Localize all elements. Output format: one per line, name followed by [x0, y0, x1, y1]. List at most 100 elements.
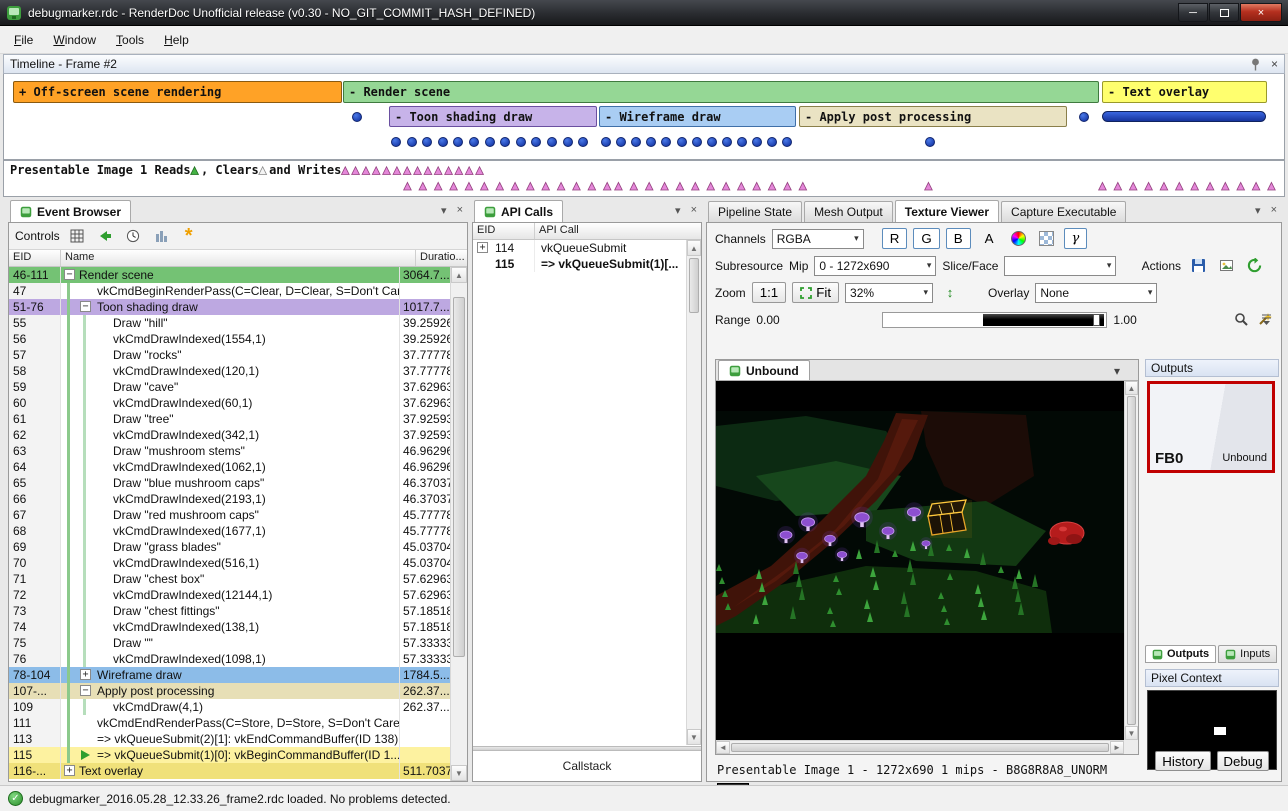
event-row[interactable]: 55Draw "hill"39.25926	[9, 315, 450, 331]
pin-icon[interactable]	[1250, 58, 1261, 71]
tab-pipeline-state[interactable]: Pipeline State	[708, 201, 802, 222]
refresh-icon[interactable]	[1243, 255, 1265, 277]
event-row[interactable]: 57Draw "rocks"37.77778	[9, 347, 450, 363]
event-row[interactable]: 111vkCmdEndRenderPass(C=Store, D=Store, …	[9, 715, 450, 731]
history-button[interactable]: History	[1155, 751, 1211, 771]
collapse-icon[interactable]: −	[80, 685, 91, 696]
tab-inputs[interactable]: Inputs	[1218, 645, 1277, 663]
scroll-down-icon[interactable]: ▼	[1125, 726, 1138, 740]
scroll-thumb[interactable]	[453, 297, 465, 657]
texture-vscrollbar[interactable]: ▲ ▼	[1124, 381, 1138, 740]
bookmark-icon[interactable]: *	[178, 225, 200, 247]
event-row[interactable]: 63Draw "mushroom stems"46.96296	[9, 443, 450, 459]
save-icon[interactable]	[1187, 255, 1209, 277]
event-row[interactable]: 66vkCmdDrawIndexed(2193,1)46.37037	[9, 491, 450, 507]
collapse-icon[interactable]: −	[80, 301, 91, 312]
event-row[interactable]: 51-76−Toon shading draw1017.7...	[9, 299, 450, 315]
texture-list-chevron-icon[interactable]: ▾	[1114, 364, 1120, 378]
draw-call-dot[interactable]	[707, 137, 717, 147]
event-row[interactable]: 61Draw "tree"37.92593	[9, 411, 450, 427]
column-eid[interactable]: EID	[473, 223, 535, 239]
scroll-up-icon[interactable]: ▲	[451, 267, 467, 283]
event-row[interactable]: 72vkCmdDrawIndexed(12144,1)57.62963	[9, 587, 450, 603]
overlay-combo[interactable]: None ▾	[1035, 283, 1157, 303]
scroll-right-icon[interactable]: ►	[1110, 741, 1124, 754]
expand-icon[interactable]: +	[80, 669, 91, 680]
draw-call-dot[interactable]	[391, 137, 401, 147]
channels-combo[interactable]: RGBA ▾	[772, 229, 864, 249]
event-row[interactable]: 71Draw "chest box"57.62963	[9, 571, 450, 587]
tab-outputs[interactable]: Outputs	[1145, 645, 1216, 663]
timeline-subsection[interactable]: - Toon shading draw	[389, 106, 597, 127]
alpha-channel-button[interactable]: A	[977, 228, 1002, 249]
draw-call-dot[interactable]	[422, 137, 432, 147]
event-row[interactable]: 58vkCmdDrawIndexed(120,1)37.77778	[9, 363, 450, 379]
draw-call-dot[interactable]	[352, 112, 362, 122]
event-row[interactable]: 64vkCmdDrawIndexed(1062,1)46.96296	[9, 459, 450, 475]
timeline-section[interactable]: - Render scene	[343, 81, 1099, 103]
api-call-row[interactable]: 115=> vkQueueSubmit(1)[...	[473, 256, 686, 272]
gamma-button[interactable]: γ	[1064, 228, 1088, 249]
collapse-icon[interactable]: −	[64, 269, 75, 280]
column-name[interactable]: Name	[61, 250, 416, 266]
event-row[interactable]: 56vkCmdDrawIndexed(1554,1)39.25926	[9, 331, 450, 347]
draw-call-dot[interactable]	[485, 137, 495, 147]
tab-unbound-texture[interactable]: Unbound	[718, 360, 810, 380]
close-button[interactable]: ×	[1240, 3, 1282, 22]
timeline-close-icon[interactable]: ×	[1271, 57, 1278, 71]
draw-call-dot[interactable]	[563, 137, 573, 147]
scroll-thumb[interactable]	[1127, 396, 1136, 725]
timeline-canvas[interactable]: + Off-screen scene rendering- Render sce…	[3, 74, 1285, 160]
event-row[interactable]: 65Draw "blue mushroom caps"46.37037	[9, 475, 450, 491]
output-thumbnail-fb0[interactable]: FB0 Unbound	[1147, 381, 1275, 473]
event-row[interactable]: 59Draw "cave"37.62963	[9, 379, 450, 395]
callstack-splitter[interactable]	[473, 746, 701, 751]
timeline-section[interactable]: + Off-screen scene rendering	[13, 81, 342, 103]
panel-menu-icon[interactable]: ▾	[675, 204, 681, 217]
event-row[interactable]: 116-...+Text overlay511.7037	[9, 763, 450, 779]
event-row[interactable]: 107-...−Apply post processing262.37...	[9, 683, 450, 699]
menu-item-window[interactable]: Window	[43, 28, 106, 52]
panel-close-icon[interactable]: ×	[457, 204, 463, 217]
event-row[interactable]: 73Draw "chest fittings"57.18518	[9, 603, 450, 619]
scroll-thumb[interactable]	[731, 743, 1109, 752]
timeline-subsection[interactable]: - Apply post processing	[799, 106, 1067, 127]
draw-call-dot[interactable]	[782, 137, 792, 147]
panel-menu-icon[interactable]: ▾	[1255, 204, 1261, 217]
draw-call-dot[interactable]	[661, 137, 671, 147]
panel-close-icon[interactable]: ×	[1271, 204, 1277, 217]
menu-item-file[interactable]: File	[4, 28, 43, 52]
event-row[interactable]: 115=> vkQueueSubmit(1)[0]: vkBeginComman…	[9, 747, 450, 763]
draw-call-dot[interactable]	[500, 137, 510, 147]
checkerboard-icon[interactable]	[1036, 228, 1058, 250]
time-durations-icon[interactable]	[122, 225, 144, 247]
timeline-markers[interactable]: Presentable Image 1 Reads ▲, Clears ▲ an…	[3, 160, 1285, 197]
panel-close-icon[interactable]: ×	[691, 204, 697, 217]
zoom-combo[interactable]: 32% ▾	[845, 283, 933, 303]
draw-call-dot[interactable]	[692, 137, 702, 147]
scroll-up-icon[interactable]: ▲	[687, 240, 701, 256]
event-row[interactable]: 109vkCmdDraw(4,1)262.37...	[9, 699, 450, 715]
jump-to-eid-icon[interactable]	[94, 225, 116, 247]
tab-event-browser[interactable]: Event Browser	[10, 200, 131, 222]
texture-image[interactable]	[716, 381, 1124, 740]
timeline-subsection[interactable]: - Wireframe draw	[599, 106, 796, 127]
minimize-button[interactable]: ─	[1178, 3, 1208, 22]
column-duration[interactable]: Duratio...	[416, 250, 467, 266]
draw-call-dot[interactable]	[1079, 112, 1089, 122]
event-row[interactable]: 75Draw ""57.33333	[9, 635, 450, 651]
draw-call-dot[interactable]	[453, 137, 463, 147]
debug-button[interactable]: Debug	[1217, 751, 1269, 771]
draw-call-dot[interactable]	[531, 137, 541, 147]
event-row[interactable]: 67Draw "red mushroom caps"45.77778	[9, 507, 450, 523]
blue-channel-button[interactable]: B	[946, 228, 971, 249]
column-eid[interactable]: EID	[9, 250, 61, 266]
titlebar[interactable]: debugmarker.rdc - RenderDoc Unofficial r…	[0, 0, 1288, 26]
draw-call-dot[interactable]	[469, 137, 479, 147]
filter-icon[interactable]	[66, 225, 88, 247]
range-slider[interactable]	[882, 312, 1108, 328]
export-image-icon[interactable]	[1215, 255, 1237, 277]
timeline-section[interactable]: - Text overlay	[1102, 81, 1267, 103]
menu-item-tools[interactable]: Tools	[106, 28, 154, 52]
event-row[interactable]: 47vkCmdBeginRenderPass(C=Clear, D=Clear,…	[9, 283, 450, 299]
